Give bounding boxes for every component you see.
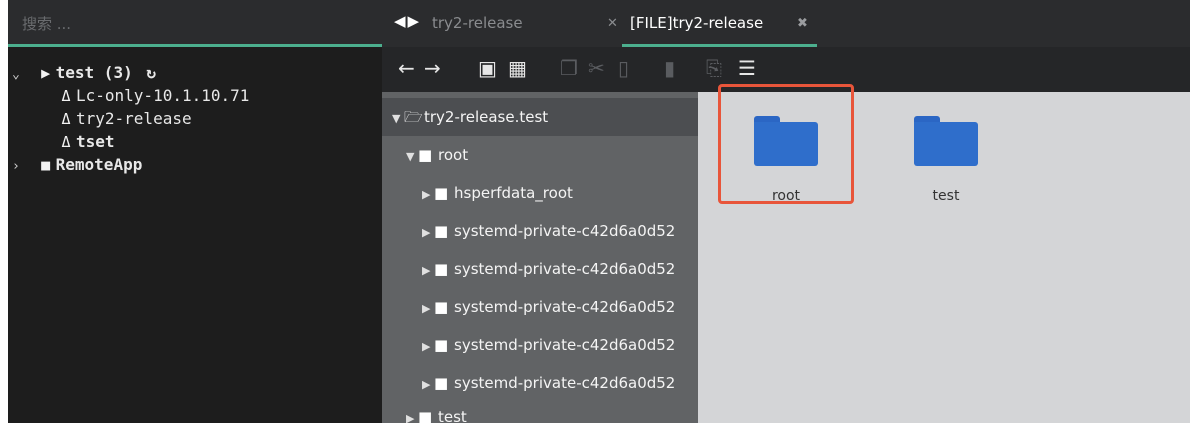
caret-right-icon[interactable]: ▶ — [422, 328, 434, 366]
file-item-label: test — [932, 188, 960, 204]
chevron-down-icon[interactable]: ⌄ — [12, 64, 26, 86]
folder-icon: ■ — [418, 408, 433, 423]
folder-icon: ■ — [434, 374, 449, 392]
folder-icon — [914, 116, 978, 166]
folder-icon: ■ — [434, 184, 449, 202]
search-box[interactable]: 搜索 ... — [8, 0, 382, 47]
tree-node-root[interactable]: ▼ ■ root — [382, 136, 698, 174]
host-item-label: tset — [76, 132, 115, 151]
tree-node[interactable]: ▶ ■ systemd-private-c42d6a0d52 — [382, 364, 698, 402]
tree-node-label: root — [438, 146, 469, 164]
folder-open-icon: 🗁︎ — [404, 108, 423, 126]
tree-node-label: systemd-private-c42d6a0d52 — [454, 336, 676, 354]
host-item-label: Lc-only-10.1.10.71 — [76, 86, 250, 105]
folder-icon: ■ — [434, 222, 449, 240]
close-icon[interactable]: ✖ — [797, 0, 808, 47]
host-panel: 搜索 ... ⌄ ▶︎ test (3) ↻ Δ Lc-only-10.1.10.7… — [8, 0, 382, 423]
folder-icon — [754, 116, 818, 166]
forward-icon[interactable]: → — [424, 57, 441, 79]
tree-node-test[interactable]: ▶ ■ test — [382, 398, 698, 423]
host-group-remoteapp[interactable]: › ■ RemoteApp — [12, 154, 142, 176]
file-item-label: root — [771, 188, 801, 204]
back-icon[interactable]: ← — [398, 57, 415, 79]
host-group-test[interactable]: ⌄ ▶︎ test (3) ↻ — [12, 62, 156, 84]
folder-icon: ■ — [434, 260, 449, 278]
directory-tree: ▼ 🗁︎try2-release.test ▼ ■ root ▶ ■ hsperfdata… — [382, 92, 698, 423]
close-icon[interactable]: ✕ — [607, 0, 618, 47]
tree-node-label: systemd-private-c42d6a0d52 — [454, 260, 676, 278]
linux-icon: Δ — [61, 110, 71, 128]
list-view-icon[interactable]: ☰ — [738, 57, 756, 79]
delete-icon[interactable]: ▮ — [664, 57, 675, 79]
copy-icon[interactable]: ❐ — [560, 57, 578, 79]
tab-file[interactable]: [FILE]try2-release — [630, 0, 763, 47]
refresh-icon[interactable]: ↻ — [146, 63, 156, 82]
linux-icon: Δ — [61, 87, 71, 105]
folder-icon: ■ — [418, 146, 433, 164]
host-group-label: RemoteApp — [55, 155, 143, 174]
folder-icon: ■ — [41, 156, 51, 174]
tree-node[interactable]: ▶ ■ systemd-private-c42d6a0d52 — [382, 288, 698, 326]
new-file-icon[interactable]: ▦ — [508, 57, 527, 79]
caret-right-icon[interactable]: ▶ — [406, 400, 418, 423]
search-input[interactable]: 搜索 ... — [22, 13, 71, 34]
caret-right-icon[interactable]: ▶ — [422, 252, 434, 290]
cut-icon[interactable]: ✂ — [588, 57, 605, 79]
tab-terminal[interactable]: try2-release — [432, 0, 523, 47]
app-window: 搜索 ... ⌄ ▶︎ test (3) ↻ Δ Lc-only-10.1.10.7… — [8, 0, 1190, 423]
host-group-label: test (3) — [55, 63, 133, 82]
tree-node[interactable]: ▶ ■ systemd-private-c42d6a0d52 — [382, 212, 698, 250]
folder-icon: ■ — [434, 336, 449, 354]
tree-node[interactable]: ▶ ■ hsperfdata_root — [382, 174, 698, 212]
tree-node-label: systemd-private-c42d6a0d52 — [454, 374, 676, 392]
tree-node-label: systemd-private-c42d6a0d52 — [454, 298, 676, 316]
file-item-root[interactable]: root — [736, 102, 836, 204]
file-grid: root test — [698, 84, 1190, 423]
caret-right-icon[interactable]: ▶ — [422, 290, 434, 328]
tree-node-label: try2-release.test — [424, 108, 549, 126]
tree-node[interactable]: ▶ ■ systemd-private-c42d6a0d52 — [382, 326, 698, 364]
linux-icon: Δ — [61, 133, 71, 151]
paste-icon[interactable]: ▯ — [618, 57, 629, 79]
folder-open-icon: ▶︎ — [41, 64, 51, 82]
tree-node-label: test — [438, 408, 467, 423]
caret-right-icon[interactable]: ▶ — [422, 176, 434, 214]
caret-down-icon[interactable]: ▼ — [392, 100, 404, 138]
caret-right-icon[interactable]: ▶ — [422, 214, 434, 252]
host-item[interactable]: Δtry2-release — [56, 108, 192, 130]
folder-icon: ■ — [434, 298, 449, 316]
tree-node[interactable]: ▶ ■ systemd-private-c42d6a0d52 — [382, 250, 698, 288]
file-item-test[interactable]: test — [896, 102, 996, 204]
tree-node-label: systemd-private-c42d6a0d52 — [454, 222, 676, 240]
new-folder-icon[interactable]: ▣ — [478, 57, 497, 79]
rename-icon[interactable]: ⎘ — [706, 57, 722, 79]
caret-down-icon[interactable]: ▼ — [406, 138, 418, 176]
chevron-right-icon[interactable]: › — [12, 156, 26, 178]
tab-scroll-arrows-icon[interactable]: ◀▶ — [394, 12, 421, 30]
host-item[interactable]: Δ Lc-only-10.1.10.71 — [56, 85, 249, 107]
host-item-label: try2-release — [76, 109, 192, 128]
tree-root-node[interactable]: ▼ 🗁︎try2-release.test — [382, 98, 698, 136]
tab-bar: ◀▶ try2-release ✕ [FILE]try2-release ✖ — [382, 0, 1190, 47]
host-item[interactable]: Δtset — [56, 131, 115, 153]
tree-node-label: hsperfdata_root — [454, 184, 573, 202]
